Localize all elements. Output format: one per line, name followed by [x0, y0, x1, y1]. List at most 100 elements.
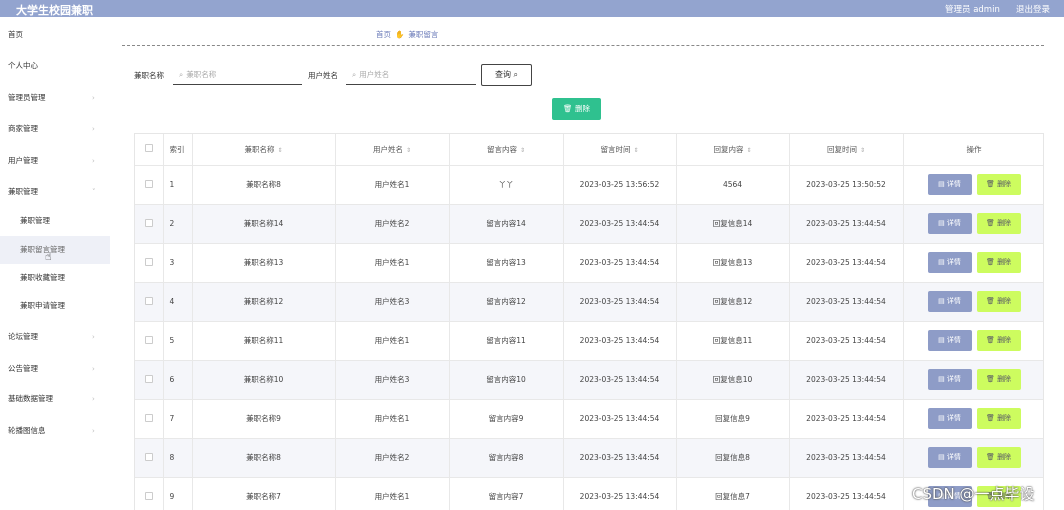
- job-name-input[interactable]: ⌕ 兼职名称: [173, 64, 302, 85]
- sidebar-subitem-job-apply-mgmt[interactable]: 兼职申请管理: [0, 292, 110, 320]
- sidebar-item-user-mgmt[interactable]: 用户管理 ›: [0, 147, 110, 175]
- cell-message: 留言内容7: [449, 477, 564, 510]
- cell-user-name: 用户姓名1: [335, 477, 450, 510]
- cell-reply: 回复信息12: [676, 282, 790, 322]
- detail-button[interactable]: ▤ 详情: [927, 369, 972, 390]
- col-header-actions: 操作: [903, 134, 1043, 166]
- cell-index: 6: [163, 360, 193, 400]
- trash-icon: 🗑: [985, 258, 995, 266]
- detail-button[interactable]: ▤ 详情: [927, 252, 972, 273]
- sidebar-item-label: 首页: [8, 30, 23, 39]
- sidebar-subitem-job-favorite-mgmt[interactable]: 兼职收藏管理: [0, 264, 110, 292]
- sidebar-item-home[interactable]: 首页: [0, 21, 110, 49]
- breadcrumb-home[interactable]: 首页: [376, 30, 391, 39]
- chevron-down-icon: ˅: [92, 188, 96, 196]
- cell-actions: ▤ 详情 🗑 删除: [903, 204, 1043, 244]
- col-header-user-name[interactable]: 用户姓名 ⇕: [335, 134, 450, 166]
- delete-button[interactable]: 🗑 删除: [976, 330, 1021, 351]
- sidebar-item-label: 兼职管理: [8, 187, 38, 196]
- delete-button[interactable]: 🗑 删除: [976, 174, 1021, 195]
- col-header-job-name[interactable]: 兼职名称 ⇕: [192, 134, 336, 166]
- message-table: 索引 兼职名称 ⇕ 用户姓名 ⇕ 留言内容 ⇕ 留言时间 ⇕ 回复内容 ⇕ 回复时间 ⇕ 操…: [134, 133, 1044, 510]
- top-bar: 大学生校园兼职 管理员 admin 退出登录: [0, 0, 1064, 17]
- sort-icon[interactable]: ⇕: [406, 147, 411, 154]
- detail-button[interactable]: ▤ 详情: [927, 408, 972, 429]
- col-header-index: 索引: [163, 134, 193, 166]
- row-checkbox[interactable]: [135, 243, 164, 283]
- cell-actions: ▤ 详情 🗑 删除: [903, 243, 1043, 283]
- doc-icon: ▤: [938, 336, 945, 344]
- sidebar-item-merchant-mgmt[interactable]: 商家管理 ›: [0, 115, 110, 143]
- table-row: 2 兼职名称14 用户姓名2 留言内容14 2023-03-25 13:44:54 回复信…: [135, 204, 1043, 244]
- row-checkbox[interactable]: [135, 360, 164, 400]
- cell-actions: ▤ 详情 🗑 删除: [903, 399, 1043, 439]
- detail-button[interactable]: ▤ 详情: [927, 174, 972, 195]
- cell-index: 4: [163, 282, 193, 322]
- user-name-label: 用户姓名: [308, 71, 338, 80]
- cell-user-name: 用户姓名1: [335, 165, 450, 205]
- select-all-checkbox[interactable]: [135, 134, 164, 166]
- sort-icon[interactable]: ⇕: [746, 147, 751, 154]
- doc-icon: ▤: [938, 414, 945, 422]
- col-header-reply[interactable]: 回复内容 ⇕: [676, 134, 790, 166]
- row-checkbox[interactable]: [135, 438, 164, 478]
- sidebar-subitem-job-mgmt[interactable]: 兼职管理: [0, 207, 110, 235]
- doc-icon: ▤: [938, 219, 945, 227]
- batch-delete-button[interactable]: 🗑 删除: [552, 98, 601, 120]
- delete-button[interactable]: 🗑 删除: [976, 447, 1021, 468]
- sidebar-item-notice-mgmt[interactable]: 公告管理 ›: [0, 355, 110, 383]
- sidebar-item-carousel-info[interactable]: 轮播图信息 ›: [0, 417, 110, 445]
- delete-button[interactable]: 🗑 删除: [976, 408, 1021, 429]
- hand-icon: ✋: [395, 30, 405, 39]
- sidebar-item-label: 论坛管理: [8, 332, 38, 341]
- detail-button[interactable]: ▤ 详情: [927, 330, 972, 351]
- delete-button[interactable]: 🗑 删除: [976, 252, 1021, 273]
- sidebar-item-admin-mgmt[interactable]: 管理员管理 ›: [0, 84, 110, 112]
- detail-button[interactable]: ▤ 详情: [927, 213, 972, 234]
- cell-reply-time: 2023-03-25 13:50:52: [789, 165, 904, 205]
- search-icon: ⌕: [352, 70, 357, 79]
- delete-button[interactable]: 🗑 删除: [976, 213, 1021, 234]
- row-checkbox[interactable]: [135, 399, 164, 439]
- sort-icon[interactable]: ⇕: [520, 147, 525, 154]
- delete-button[interactable]: 🗑 删除: [976, 291, 1021, 312]
- sidebar-item-forum-mgmt[interactable]: 论坛管理 ›: [0, 323, 110, 351]
- col-header-message-time[interactable]: 留言时间 ⇕: [563, 134, 677, 166]
- sidebar-subitem-job-message-mgmt[interactable]: 兼职留言管理 ☝: [0, 236, 110, 264]
- row-checkbox[interactable]: [135, 282, 164, 322]
- chevron-right-icon: ›: [92, 427, 95, 435]
- user-name-input[interactable]: ⌕ 用户姓名: [346, 64, 476, 85]
- trash-icon: 🗑: [563, 104, 573, 113]
- cell-actions: ▤ 详情 🗑 删除: [903, 165, 1043, 205]
- cell-actions: ▤ 详情 🗑 删除: [903, 360, 1043, 400]
- row-checkbox[interactable]: [135, 321, 164, 361]
- cell-job-name: 兼职名称7: [192, 477, 336, 510]
- sidebar-item-basic-data-mgmt[interactable]: 基础数据管理 ›: [0, 385, 110, 413]
- search-icon: ⌕: [179, 70, 184, 79]
- row-checkbox[interactable]: [135, 204, 164, 244]
- col-header-message[interactable]: 留言内容 ⇕: [449, 134, 564, 166]
- cell-index: 9: [163, 477, 193, 510]
- sidebar-item-label: 用户管理: [8, 156, 38, 165]
- doc-icon: ▤: [938, 297, 945, 305]
- col-header-reply-time[interactable]: 回复时间 ⇕: [789, 134, 904, 166]
- cell-user-name: 用户姓名2: [335, 438, 450, 478]
- sidebar-item-job-mgmt[interactable]: 兼职管理 ˅: [0, 178, 110, 206]
- delete-button[interactable]: 🗑 删除: [976, 369, 1021, 390]
- sidebar-item-profile[interactable]: 个人中心: [0, 52, 110, 80]
- sort-icon[interactable]: ⇕: [633, 147, 638, 154]
- row-checkbox[interactable]: [135, 165, 164, 205]
- trash-icon: 🗑: [985, 414, 995, 422]
- sort-icon[interactable]: ⇕: [860, 147, 865, 154]
- sort-icon[interactable]: ⇕: [277, 147, 282, 154]
- row-checkbox[interactable]: [135, 477, 164, 510]
- detail-button[interactable]: ▤ 详情: [927, 447, 972, 468]
- query-button[interactable]: 查询 ⌕: [481, 64, 532, 86]
- watermark: CSDN @一点毕设: [912, 485, 1035, 503]
- query-button-label: 查询: [494, 70, 511, 79]
- detail-button[interactable]: ▤ 详情: [927, 291, 972, 312]
- logout-link[interactable]: 退出登录: [1016, 3, 1050, 15]
- sidebar-subitem-label: 兼职收藏管理: [20, 273, 65, 282]
- cell-index: 5: [163, 321, 193, 361]
- job-name-placeholder: 兼职名称: [186, 70, 217, 79]
